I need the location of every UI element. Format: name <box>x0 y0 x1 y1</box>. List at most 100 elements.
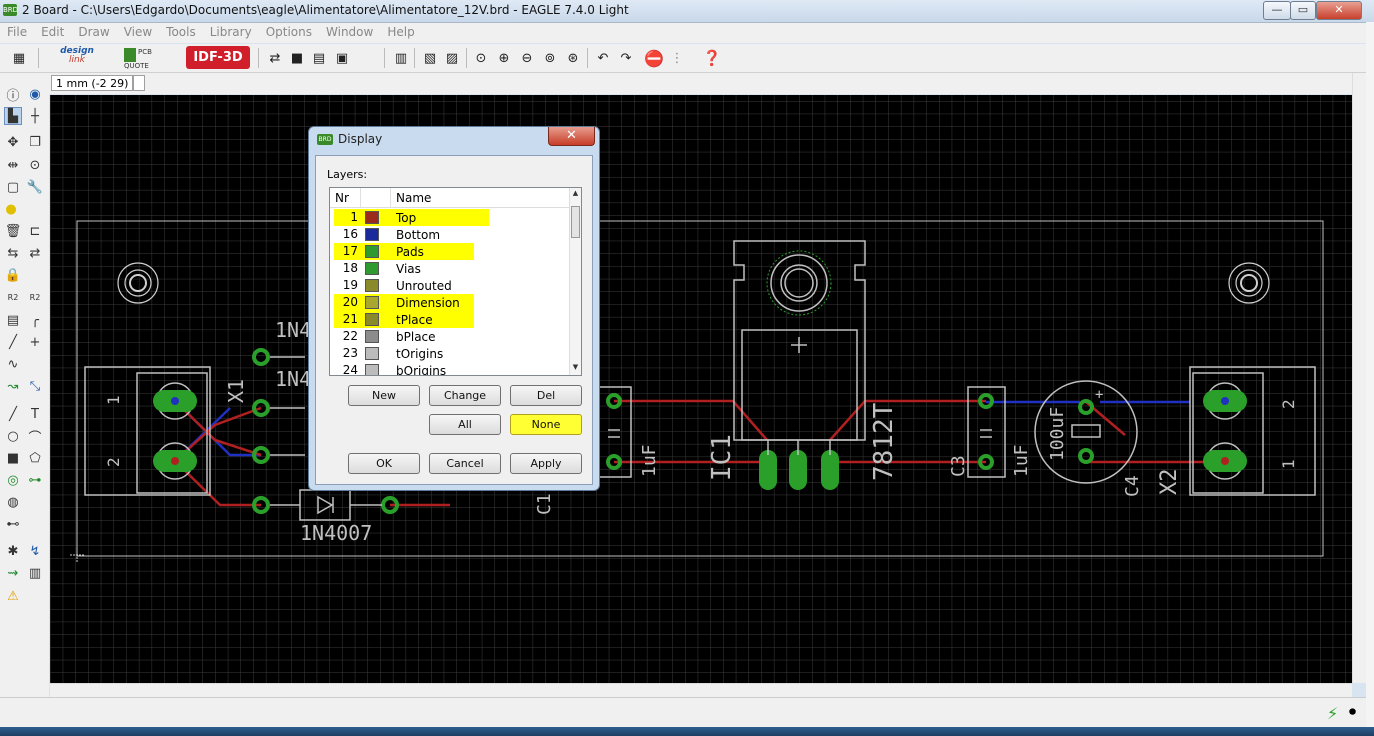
layers-scroll-thumb[interactable] <box>571 206 580 238</box>
route-icon[interactable]: ↝ <box>4 377 22 395</box>
copy-icon[interactable]: ❐ <box>26 133 44 151</box>
layer-row[interactable]: 21 tPlace <box>330 311 569 328</box>
miter-icon[interactable]: ╭ <box>26 311 44 329</box>
redo-icon[interactable]: ↷ <box>617 49 635 67</box>
arc-icon[interactable]: ⌒ <box>26 427 44 446</box>
mark-icon[interactable]: ┼ <box>26 107 44 125</box>
stop-icon[interactable]: ⛔ <box>644 49 664 68</box>
ratsnest-icon[interactable]: ✱ <box>4 542 22 560</box>
menu-options[interactable]: Options <box>259 23 319 39</box>
column-name[interactable]: Name <box>396 191 431 205</box>
board-canvas[interactable]: 1N4 1N4 1N4007 X1 1 2 C1 1uF IC1 7812T C… <box>50 95 1352 683</box>
zoom-select-icon[interactable]: ⊛ <box>564 49 582 67</box>
text-icon[interactable]: T <box>26 405 44 423</box>
errors-icon[interactable]: ▥ <box>26 564 44 582</box>
show-icon[interactable]: ◉ <box>26 85 44 103</box>
board-icon[interactable]: ▥ <box>392 49 410 67</box>
value-icon[interactable]: R2 <box>26 288 44 306</box>
undo-icon[interactable]: ↶ <box>594 49 612 67</box>
zoom-redraw-icon[interactable]: ⊚ <box>541 49 559 67</box>
dialog-close-button[interactable]: ✕ <box>548 127 595 146</box>
signal-icon[interactable]: ⊶ <box>26 471 44 489</box>
scroll-up-icon[interactable]: ▲ <box>571 189 580 199</box>
optimize-icon[interactable]: + <box>26 333 44 351</box>
zoom-fit-icon[interactable]: ⊙ <box>472 49 490 67</box>
open-icon[interactable]: ⇄ <box>266 49 284 67</box>
change-icon[interactable]: 🔧 <box>26 178 44 196</box>
menu-draw[interactable]: Draw <box>71 23 116 39</box>
layer-row[interactable]: 20 Dimension <box>330 294 569 311</box>
layer-row[interactable]: 24 bOrigins <box>330 362 569 375</box>
circle-icon[interactable]: ○ <box>4 427 22 445</box>
minimize-button[interactable]: — <box>1263 1 1291 20</box>
menu-view[interactable]: View <box>117 23 159 39</box>
help-icon[interactable]: ❓ <box>703 49 722 67</box>
go-icon[interactable]: ⋮ <box>668 49 686 67</box>
layer-row[interactable]: 23 tOrigins <box>330 345 569 362</box>
none-button[interactable]: None <box>510 414 582 435</box>
layer-row[interactable]: 22 bPlace <box>330 328 569 345</box>
meander-icon[interactable]: ∿ <box>4 355 22 373</box>
menu-help[interactable]: Help <box>380 23 421 39</box>
apply-button[interactable]: Apply <box>510 453 582 474</box>
menu-edit[interactable]: Edit <box>34 23 71 39</box>
replace-icon[interactable]: ⇆ <box>4 244 22 262</box>
print-icon[interactable]: ▤ <box>310 49 328 67</box>
menu-library[interactable]: Library <box>203 23 259 39</box>
paste-icon[interactable]: ● <box>2 200 20 218</box>
idf-3d-button[interactable]: IDF-3D <box>186 46 250 69</box>
hole-icon[interactable]: ◍ <box>4 493 22 511</box>
column-nr[interactable]: Nr <box>335 191 349 205</box>
grid-icon[interactable]: ▦ <box>10 49 28 67</box>
add-icon[interactable]: ⊏ <box>26 222 44 240</box>
mirror-icon[interactable]: ⇹ <box>4 156 22 174</box>
del-button[interactable]: Del <box>510 385 582 406</box>
command-line-input[interactable] <box>133 75 145 91</box>
layer-row[interactable]: 17 Pads <box>330 243 569 260</box>
new-button[interactable]: New <box>348 385 420 406</box>
rotate-icon[interactable]: ⊙ <box>26 156 44 174</box>
status-go-icon[interactable]: ⚡ <box>1327 704 1338 723</box>
menu-file[interactable]: File <box>0 23 34 39</box>
pinswap-icon[interactable]: ⇄ <box>26 244 44 262</box>
wire-icon[interactable]: ╱ <box>4 405 22 423</box>
pcb-quote-button[interactable]: PCB QUOTE <box>124 48 168 70</box>
zoom-out-icon[interactable]: ⊖ <box>518 49 536 67</box>
menu-window[interactable]: Window <box>319 23 380 39</box>
layer-row[interactable]: 16 Bottom <box>330 226 569 243</box>
delete-icon[interactable]: 🗑 <box>4 222 22 240</box>
ripup-icon[interactable]: ⤡ <box>26 377 44 395</box>
smash-icon[interactable]: ▤ <box>4 311 22 329</box>
drc-icon[interactable]: ⇝ <box>4 564 22 582</box>
layers-list-scrollbar[interactable]: ▲ ▼ <box>569 188 581 375</box>
cancel-button[interactable]: Cancel <box>429 453 501 474</box>
via-icon[interactable]: ◎ <box>4 471 22 489</box>
scroll-down-icon[interactable]: ▼ <box>571 363 580 373</box>
zoom-in-icon[interactable]: ⊕ <box>495 49 513 67</box>
designlink-button[interactable]: design link <box>52 47 102 69</box>
name-icon[interactable]: R2 <box>4 288 22 306</box>
layers-list[interactable]: Nr Name 1 Top 16 Bottom 17 Pads 18 Vias 19 Unrout… <box>329 187 582 376</box>
polygon-icon[interactable]: ⬠ <box>26 449 44 467</box>
warning-icon[interactable]: ⚠ <box>4 587 22 605</box>
ok-button[interactable]: OK <box>348 453 420 474</box>
display-icon[interactable]: ▙ <box>4 107 22 125</box>
info-icon[interactable]: ⓘ <box>4 85 22 104</box>
save-icon[interactable]: ■ <box>288 49 306 67</box>
layer-row[interactable]: 19 Unrouted <box>330 277 569 294</box>
cam-icon[interactable]: ▣ <box>333 49 351 67</box>
horizontal-scrollbar[interactable] <box>50 683 1352 698</box>
group-icon[interactable]: ▢ <box>4 178 22 196</box>
lock-icon[interactable]: 🔒 <box>4 266 22 284</box>
maximize-button[interactable]: ▭ <box>1290 1 1316 20</box>
ulp-icon[interactable]: ▨ <box>443 49 461 67</box>
close-window-button[interactable]: ✕ <box>1316 1 1362 20</box>
move-icon[interactable]: ✥ <box>4 133 22 151</box>
split-icon[interactable]: ╱ <box>4 333 22 351</box>
rect-icon[interactable]: ■ <box>4 449 22 467</box>
attribute-icon[interactable]: ⊷ <box>4 515 22 533</box>
all-button[interactable]: All <box>429 414 501 435</box>
status-stop-icon[interactable]: ⏺ <box>1349 704 1356 720</box>
script-icon[interactable]: ▧ <box>421 49 439 67</box>
autorouter-icon[interactable]: ↯ <box>26 542 44 560</box>
